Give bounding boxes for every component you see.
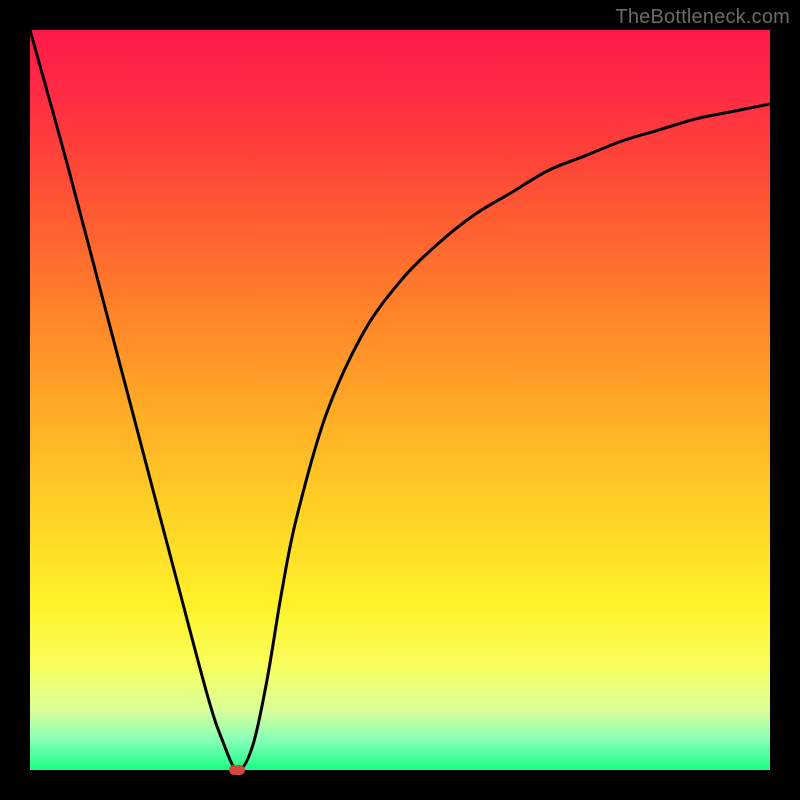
chart-frame: TheBottleneck.com xyxy=(0,0,800,800)
plot-area xyxy=(30,30,770,770)
optimal-marker xyxy=(229,765,245,775)
bottleneck-curve xyxy=(30,30,770,770)
watermark-text: TheBottleneck.com xyxy=(615,6,790,29)
curve-path xyxy=(30,30,770,770)
